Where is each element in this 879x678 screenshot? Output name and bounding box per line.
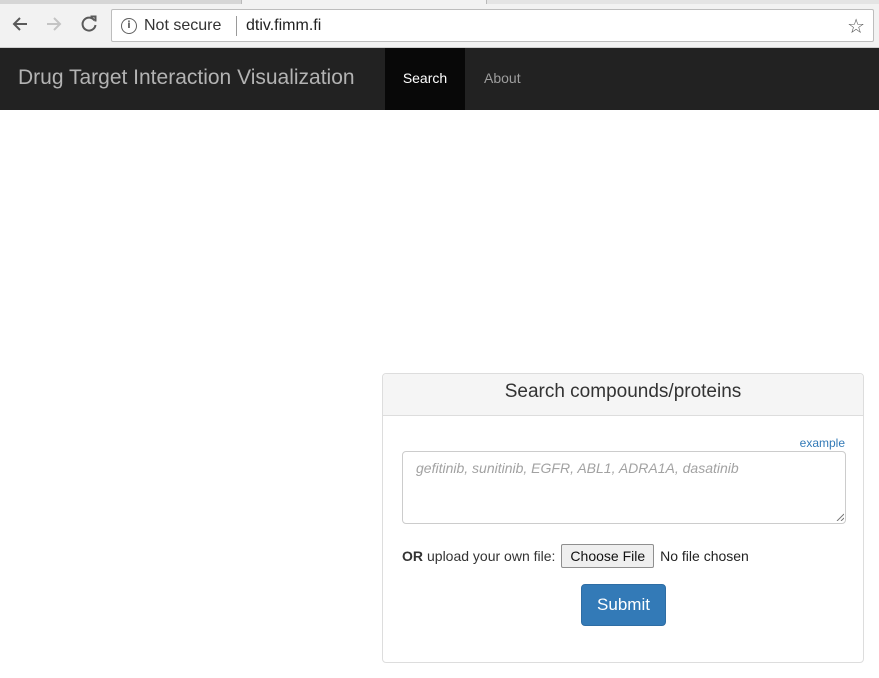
browser-toolbar: i Not secure dtiv.fimm.fi ☆ (0, 0, 879, 48)
url-text[interactable]: dtiv.fimm.fi (246, 17, 321, 35)
query-input[interactable] (402, 451, 846, 524)
security-label[interactable]: Not secure (144, 17, 221, 35)
choose-file-button[interactable]: Choose File (561, 544, 655, 568)
browser-tab-new[interactable] (486, 0, 879, 4)
search-panel: Search compounds/proteins example OR upl… (382, 373, 864, 663)
file-status: No file chosen (660, 548, 749, 564)
nav-item-search[interactable]: Search (385, 48, 465, 110)
info-icon[interactable]: i (121, 18, 137, 34)
submit-button[interactable]: Submit (581, 584, 666, 626)
navbar-brand[interactable]: Drug Target Interaction Visualization (18, 66, 355, 90)
upload-label: upload your own file: (427, 548, 556, 564)
file-upload-row: OR upload your own file: Choose File No … (402, 544, 749, 568)
nav-item-about[interactable]: About (466, 48, 539, 110)
app-navbar: Drug Target Interaction Visualization Se… (0, 48, 879, 110)
example-link[interactable]: example (800, 436, 845, 450)
or-label: OR (402, 548, 423, 564)
browser-tab-active[interactable] (0, 0, 242, 4)
back-arrow-icon[interactable] (8, 12, 32, 36)
forward-arrow-icon[interactable] (42, 12, 66, 36)
reload-icon[interactable] (77, 12, 101, 36)
address-divider (236, 16, 237, 36)
star-icon[interactable]: ☆ (847, 14, 865, 38)
address-bar[interactable]: i Not secure dtiv.fimm.fi ☆ (111, 9, 874, 42)
resize-grip-icon[interactable] (836, 513, 844, 521)
panel-heading: Search compounds/proteins (383, 374, 863, 416)
